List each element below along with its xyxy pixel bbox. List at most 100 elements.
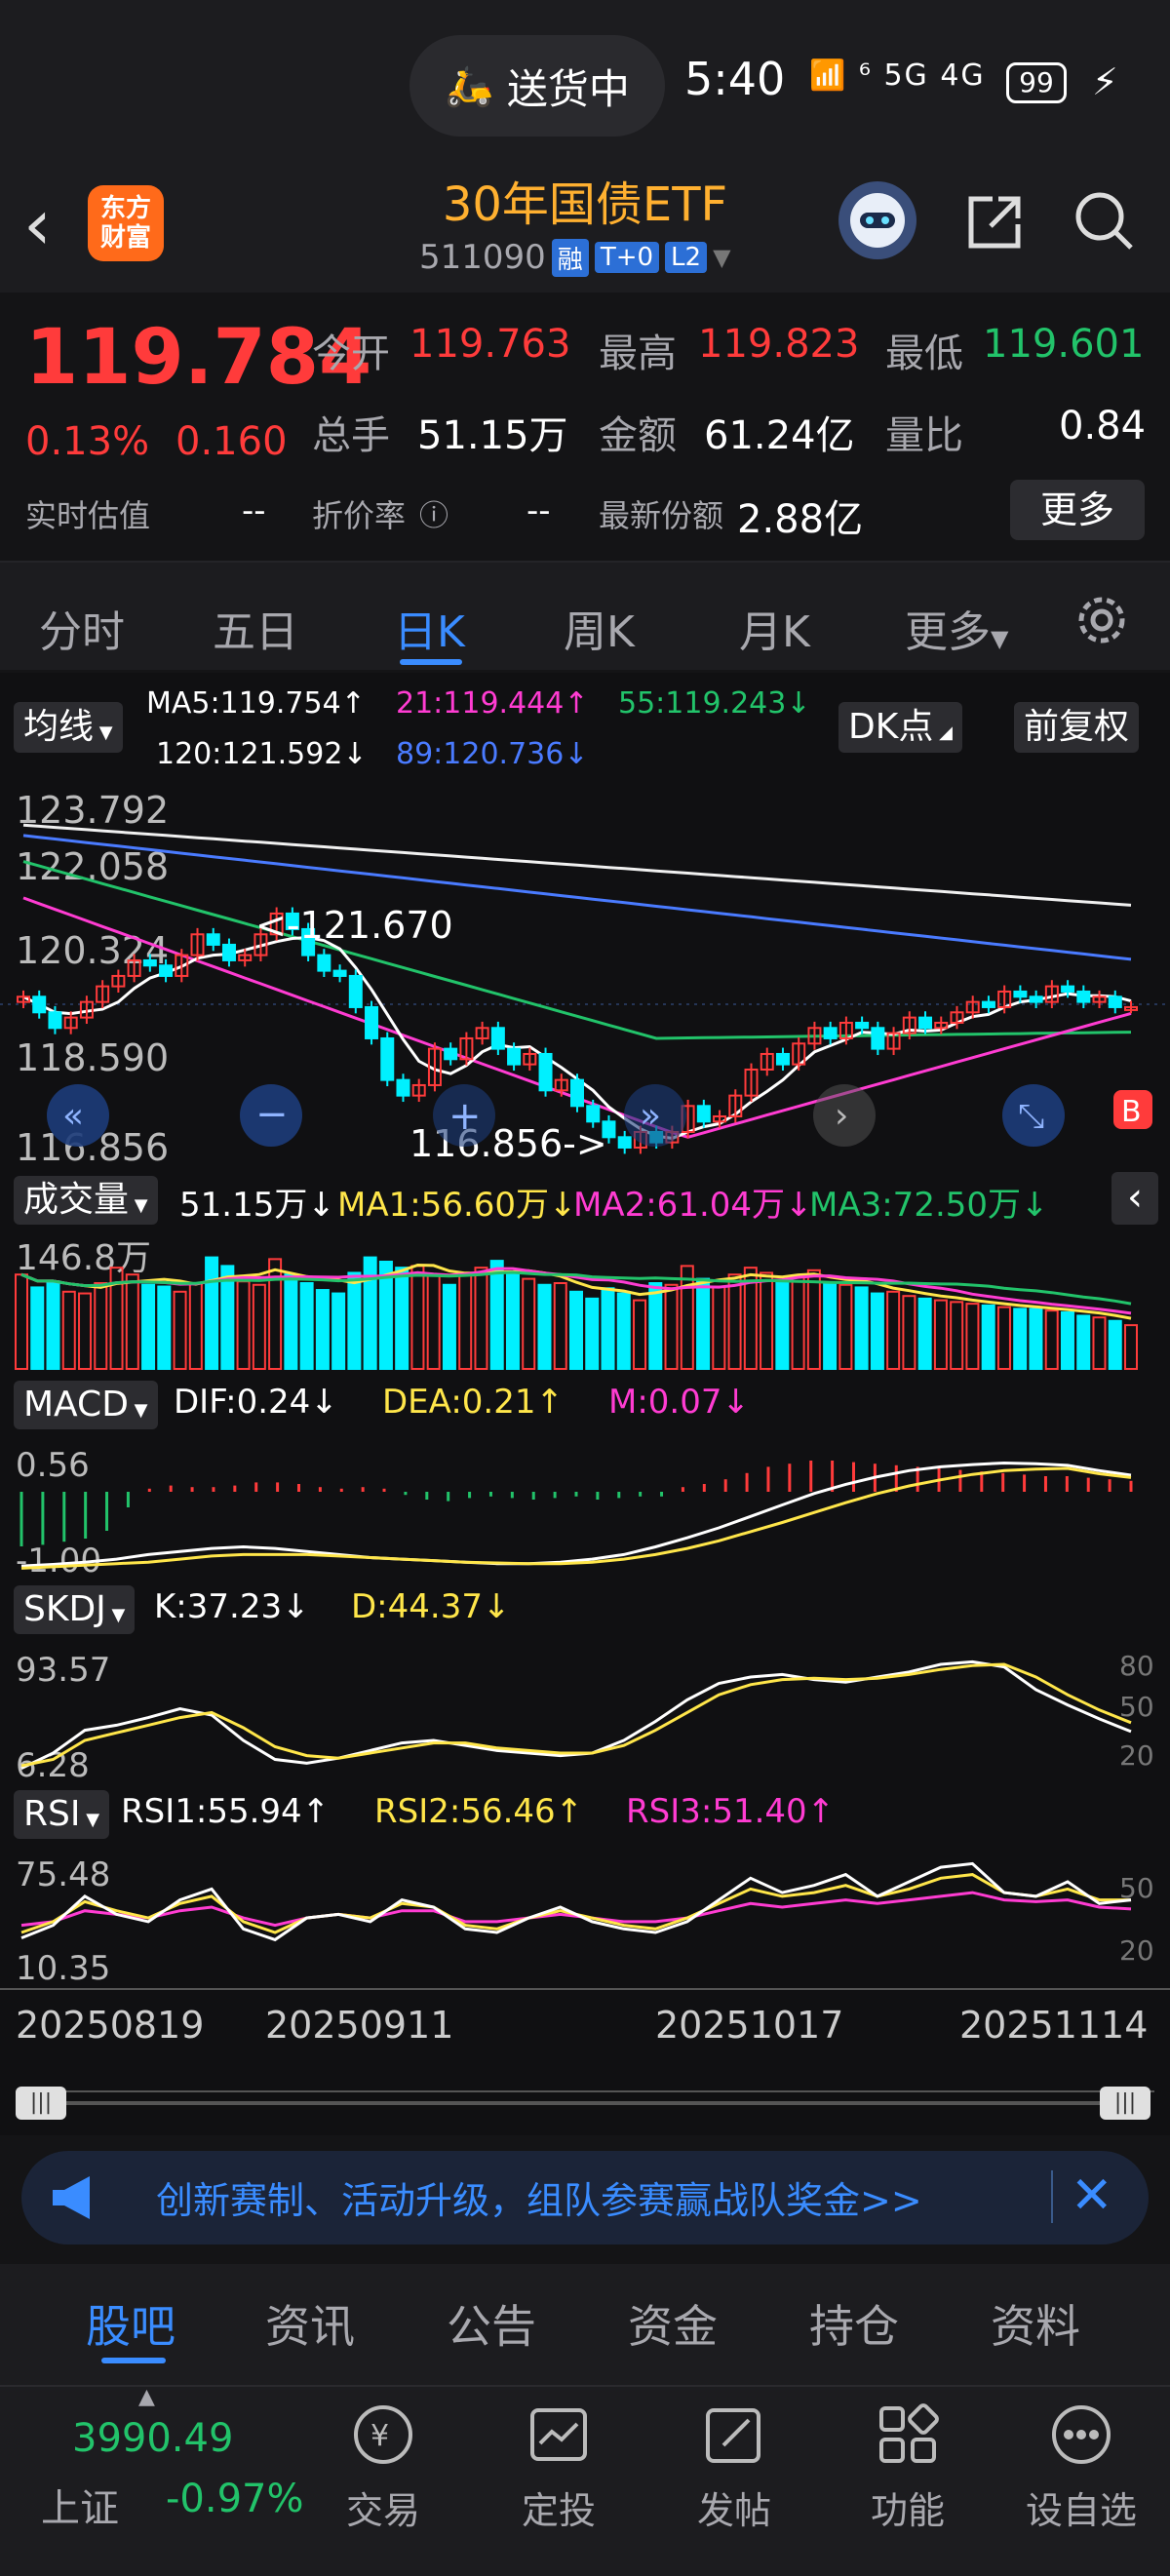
candle-body bbox=[570, 1078, 584, 1108]
tab-five-day[interactable]: 五日 bbox=[213, 597, 298, 659]
dropdown-arrow-icon: ▼ bbox=[129, 1195, 148, 1216]
active-tab-indicator bbox=[400, 659, 462, 665]
volume-bar bbox=[173, 1290, 187, 1370]
tab-announcements[interactable]: 公告 bbox=[447, 2291, 536, 2356]
nav-trade[interactable]: 交易 bbox=[315, 2480, 451, 2534]
more-button[interactable]: 更多 bbox=[1010, 480, 1145, 540]
candle-body bbox=[380, 1036, 395, 1081]
candle-body bbox=[1061, 985, 1075, 993]
nav-functions[interactable]: 功能 bbox=[839, 2480, 976, 2534]
kline-chart[interactable]: 123.792 122.058 120.324 118.590 116.856 … bbox=[0, 780, 1170, 1170]
index-value[interactable]: 3990.49 bbox=[72, 2416, 233, 2461]
tab-intraday[interactable]: 分时 bbox=[39, 597, 125, 659]
nav-auto-invest[interactable]: 定投 bbox=[490, 2480, 627, 2534]
banner-text[interactable]: 创新赛制、活动升级，组队参赛赢战队奖金>> bbox=[156, 2170, 922, 2224]
info-icon[interactable]: ⓘ bbox=[419, 491, 448, 534]
tab-holdings[interactable]: 持仓 bbox=[809, 2291, 899, 2356]
discount-value: -- bbox=[526, 491, 551, 530]
ma-selector[interactable]: 均线 ▼ bbox=[14, 702, 123, 753]
volume-bar bbox=[981, 1304, 995, 1370]
more-options-icon[interactable] bbox=[1047, 2400, 1115, 2469]
tab-forum[interactable]: 股吧 bbox=[86, 2291, 176, 2356]
chevron-up-icon[interactable]: ▲ bbox=[138, 2385, 155, 2409]
candle-body bbox=[396, 1078, 410, 1097]
volume-bar bbox=[426, 1273, 441, 1371]
range-handle-left[interactable]: ||| bbox=[16, 2087, 66, 2120]
volume-bar bbox=[46, 1280, 60, 1371]
svg-text:¥: ¥ bbox=[370, 2419, 389, 2453]
candle-body bbox=[317, 954, 332, 972]
candle-body bbox=[444, 1047, 458, 1061]
tab-daily-k[interactable]: 日K bbox=[394, 597, 465, 659]
volume-bar bbox=[680, 1265, 694, 1370]
macd-m: M:0.07↓ bbox=[608, 1383, 750, 1422]
close-icon[interactable]: ✕ bbox=[1071, 2166, 1113, 2225]
discount-label: 折价率 bbox=[312, 497, 407, 534]
dropdown-arrow-icon: ▼ bbox=[128, 1400, 148, 1421]
volume-bar bbox=[363, 1256, 377, 1371]
index-name[interactable]: 上证 bbox=[41, 2477, 119, 2533]
search-icon[interactable] bbox=[1072, 189, 1135, 252]
dropdown-arrow-icon: ▼ bbox=[713, 244, 731, 271]
volume-ma2: MA2:61.04万↓ bbox=[573, 1186, 813, 1225]
post-icon[interactable] bbox=[700, 2400, 768, 2469]
candle-body bbox=[871, 1027, 885, 1050]
tab-profile[interactable]: 资料 bbox=[991, 2291, 1080, 2356]
tab-news[interactable]: 资讯 bbox=[265, 2291, 355, 2356]
nav-post[interactable]: 发帖 bbox=[666, 2480, 802, 2534]
stock-code-row[interactable]: 511090 融 T+0 L2 ▼ bbox=[419, 238, 731, 277]
volume-bar bbox=[458, 1271, 473, 1370]
ma5-legend: MA5:119.754↑ bbox=[146, 686, 366, 721]
volume-selector[interactable]: 成交量 ▼ bbox=[14, 1176, 158, 1225]
nav-add-watchlist[interactable]: 设自选 bbox=[1013, 2480, 1150, 2534]
volume-ma1: MA1:56.60万↓ bbox=[337, 1186, 577, 1225]
range-track bbox=[16, 2090, 1154, 2092]
shares-value: 2.88亿 bbox=[737, 497, 864, 542]
candle-body bbox=[1013, 990, 1028, 998]
change-percent: 0.13% bbox=[25, 419, 150, 464]
collapse-button[interactable]: ‹ bbox=[1112, 1172, 1158, 1225]
volume-bar bbox=[950, 1301, 964, 1370]
candle-body bbox=[507, 1047, 522, 1066]
macd-chart[interactable]: 0.56 -1.00 bbox=[0, 1437, 1170, 1583]
volume-bar bbox=[332, 1292, 346, 1370]
macd-axis-top: 0.56 bbox=[16, 1446, 90, 1485]
wifi-icon: 📶 bbox=[809, 59, 848, 93]
index-pct[interactable]: -0.97% bbox=[166, 2477, 304, 2521]
volume-bar bbox=[141, 1283, 156, 1370]
share-icon[interactable] bbox=[963, 191, 1026, 254]
delivery-status-pill[interactable]: 🛵 送货中 bbox=[410, 35, 665, 137]
skdj-level-20: 20 bbox=[1119, 1739, 1154, 1772]
ma21-legend: 21:119.444↑ bbox=[396, 686, 589, 721]
range-handle-right[interactable]: ||| bbox=[1100, 2087, 1150, 2120]
volume-bar bbox=[806, 1268, 821, 1370]
settings-icon[interactable] bbox=[1072, 591, 1131, 653]
candle-body bbox=[332, 969, 347, 977]
macd-selector[interactable]: MACD ▼ bbox=[14, 1381, 158, 1429]
volume-bar bbox=[633, 1299, 647, 1370]
estimate-label: 实时估值 bbox=[25, 497, 151, 534]
auto-invest-icon[interactable] bbox=[525, 2400, 593, 2469]
shares-label: 最新份额 bbox=[599, 497, 724, 534]
trade-icon[interactable]: ¥ bbox=[349, 2400, 417, 2469]
tab-monthly-k[interactable]: 月K bbox=[739, 597, 810, 659]
rsi-selector[interactable]: RSI ▼ bbox=[14, 1790, 110, 1839]
volume-bar bbox=[616, 1292, 631, 1370]
date-label: 20250819 bbox=[16, 2004, 204, 2047]
dk-point-selector[interactable]: DK点 ◢ bbox=[838, 702, 962, 753]
robot-assistant-icon[interactable] bbox=[838, 181, 916, 259]
volume-chart[interactable]: 146.8万 bbox=[0, 1230, 1170, 1377]
volume-bar bbox=[347, 1271, 362, 1370]
rsi-chart[interactable]: 75.48 10.35 50 20 bbox=[0, 1847, 1170, 1993]
volume-bar bbox=[791, 1274, 805, 1370]
skdj-selector[interactable]: SKDJ ▼ bbox=[14, 1585, 136, 1634]
delivery-label: 送货中 bbox=[506, 64, 630, 113]
functions-icon[interactable] bbox=[874, 2400, 942, 2469]
tab-weekly-k[interactable]: 周K bbox=[564, 597, 635, 659]
tab-more[interactable]: 更多▼ bbox=[905, 597, 1008, 659]
tab-funds[interactable]: 资金 bbox=[628, 2291, 718, 2356]
date-axis: 20250819 20250911 20251017 20251114 bbox=[0, 1988, 1170, 2092]
adjust-selector[interactable]: 前复权 bbox=[1014, 702, 1140, 753]
range-slider-bar[interactable] bbox=[66, 2101, 1100, 2105]
skdj-chart[interactable]: 93.57 6.28 80 50 20 bbox=[0, 1642, 1170, 1788]
